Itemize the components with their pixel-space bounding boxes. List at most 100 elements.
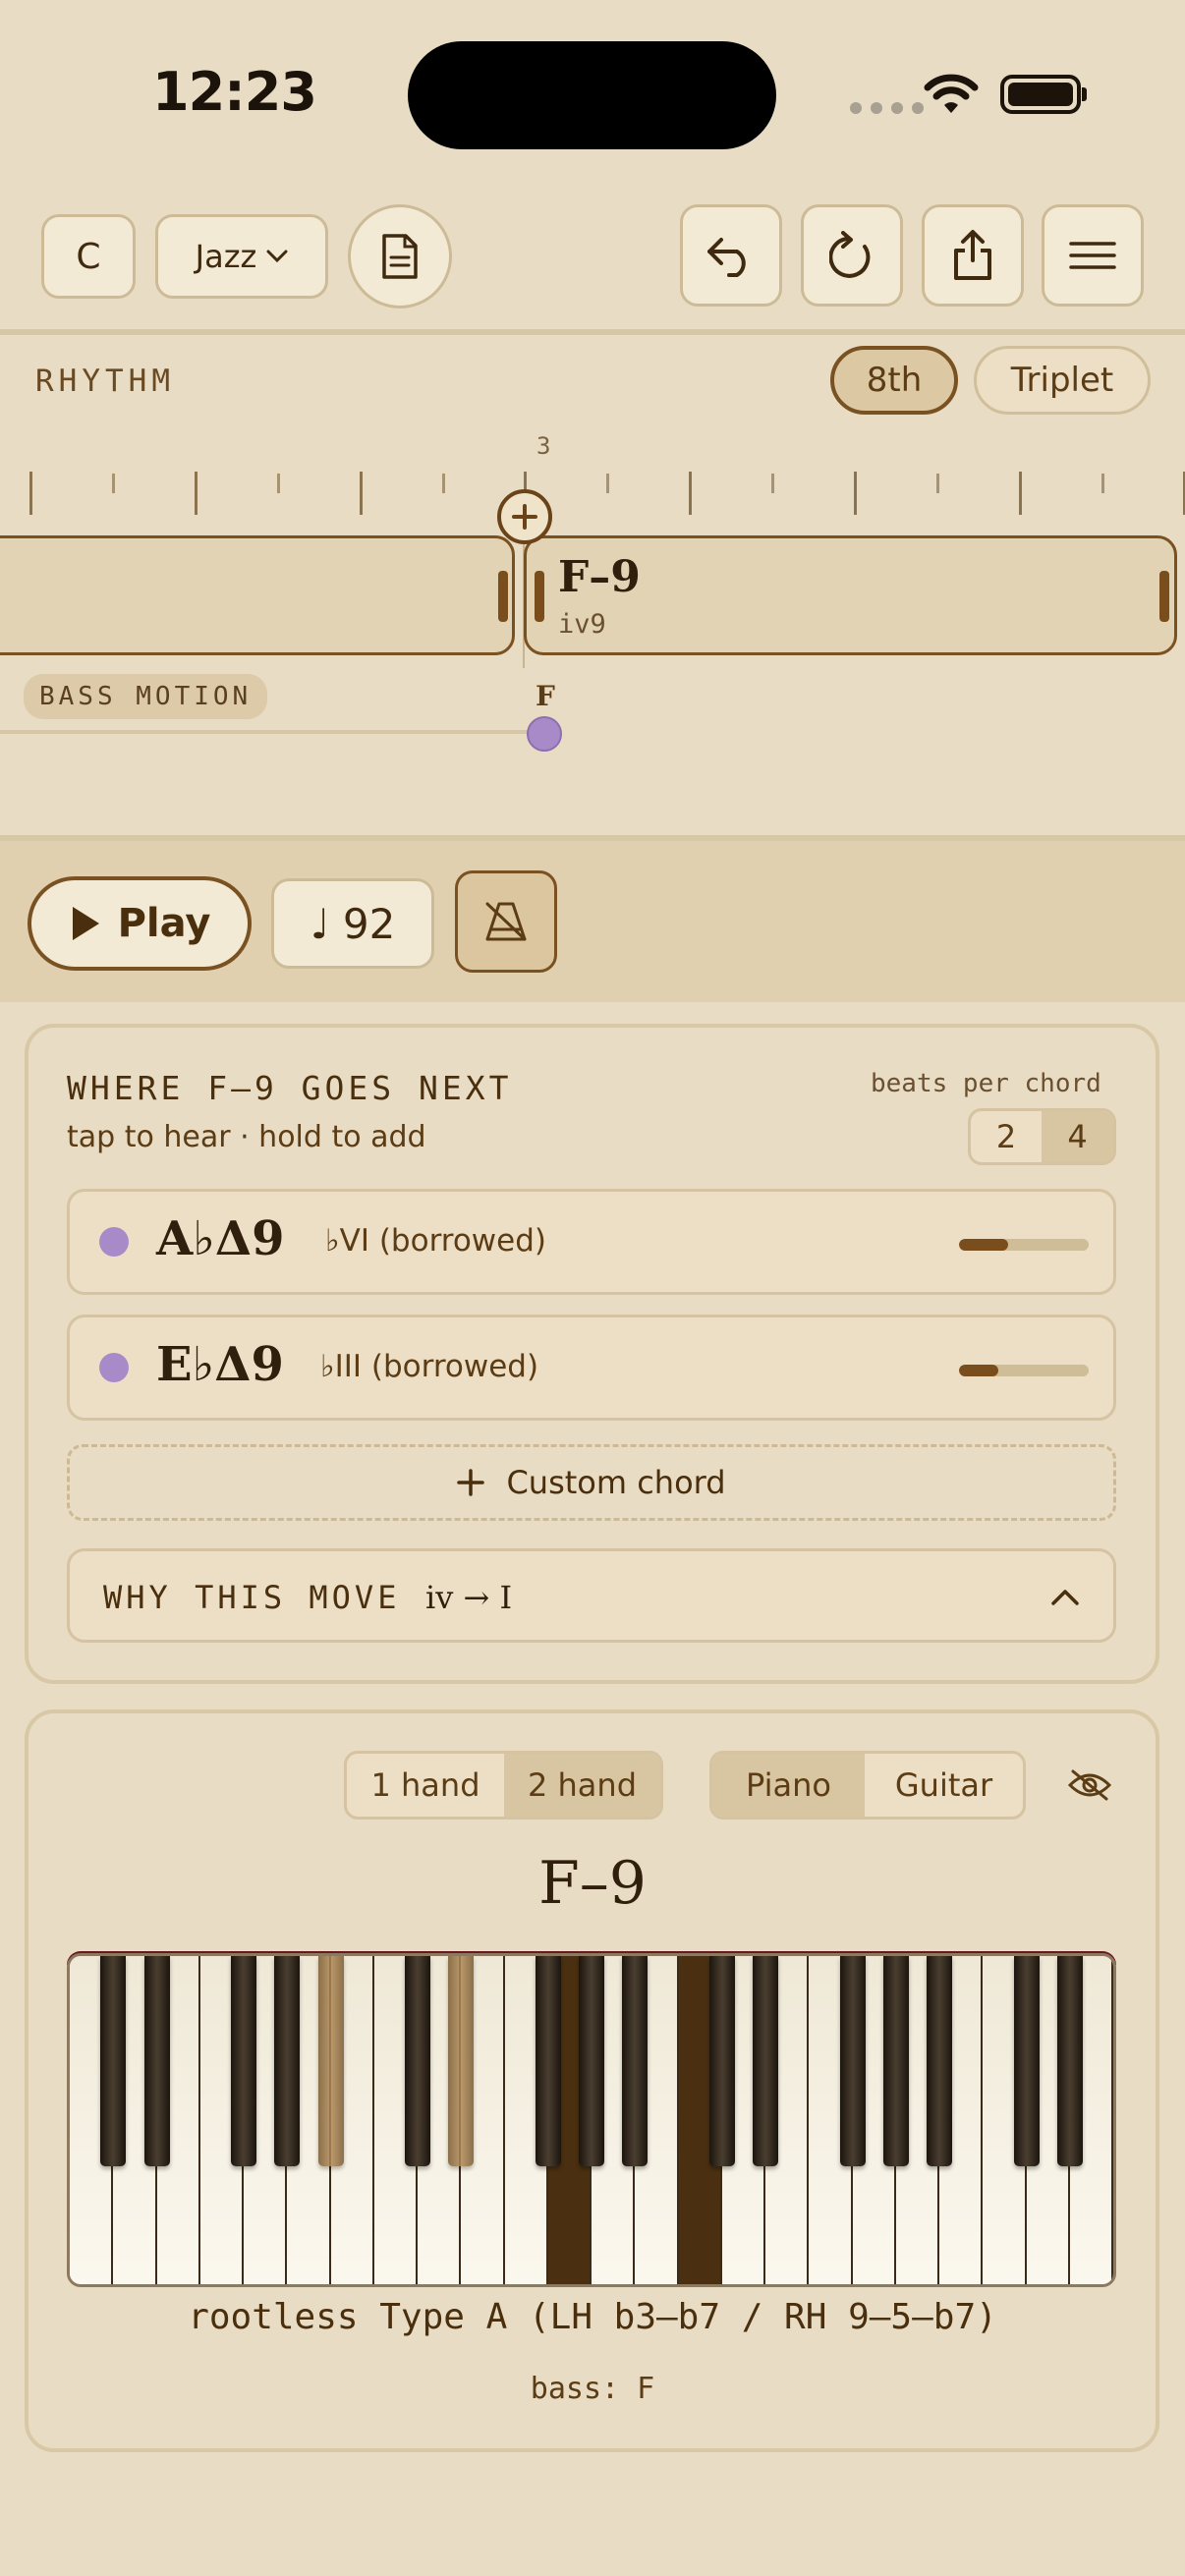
suggestion-function: ♭VI (borrowed) <box>325 1223 546 1259</box>
metronome-toggle[interactable] <box>455 870 557 973</box>
cellular-signal-icon <box>850 102 924 114</box>
ruler-tick-minor <box>936 474 939 493</box>
strength-fill <box>959 1365 998 1376</box>
why-label: WHY THIS MOVE <box>103 1579 401 1616</box>
suggestion-dot <box>99 1227 129 1257</box>
piano-black-key[interactable] <box>753 1956 778 2166</box>
voicing-bass: bass: F <box>530 2372 655 2406</box>
piano-black-key[interactable] <box>405 1956 430 2166</box>
piano-black-key[interactable] <box>317 1956 344 2166</box>
play-button[interactable]: Play <box>28 876 252 971</box>
bass-note-marker[interactable] <box>527 716 562 752</box>
suggestion-chord: E♭Δ9 <box>156 1337 284 1392</box>
hand-toggle: 1 hand 2 hand <box>344 1751 663 1820</box>
ruler-tick-major <box>360 472 363 515</box>
instrument-piano[interactable]: Piano <box>712 1754 865 1817</box>
insert-chord-button[interactable] <box>497 489 552 544</box>
metronome-off-icon <box>485 902 527 941</box>
rhythm-ruler[interactable] <box>0 470 1185 519</box>
suggestion-chord: A♭Δ9 <box>156 1211 285 1266</box>
piano-black-key[interactable] <box>274 1956 301 2166</box>
menu-button[interactable] <box>1042 204 1144 307</box>
eye-off-icon[interactable] <box>1067 1768 1112 1802</box>
status-time: 12:23 <box>152 61 317 123</box>
chord-block-current[interactable]: F–9 iv9 <box>524 535 1177 655</box>
document-button[interactable] <box>348 204 452 308</box>
hand-option-1[interactable]: 1 hand <box>347 1754 504 1817</box>
hand-option-2[interactable]: 2 hand <box>504 1754 660 1817</box>
piano-black-key[interactable] <box>1056 1956 1083 2166</box>
strength-fill <box>959 1239 1009 1251</box>
voicing-chord-name: F–9 <box>538 1849 647 1918</box>
ruler-tick-minor <box>771 474 774 493</box>
chord-name: F–9 <box>558 552 641 602</box>
share-button[interactable] <box>922 204 1024 307</box>
beats-option-4[interactable]: 4 <box>1042 1111 1113 1162</box>
piano-black-key[interactable] <box>448 1956 475 2166</box>
ruler-tick-major <box>854 472 857 515</box>
plus-icon <box>512 504 537 530</box>
piano-black-key[interactable] <box>231 1956 256 2166</box>
piano-black-key[interactable] <box>708 1956 735 2166</box>
battery-tip <box>1082 87 1087 101</box>
ruler-tick-minor <box>277 474 280 493</box>
tempo-button[interactable]: ♩ 92 <box>271 878 434 969</box>
resize-handle[interactable] <box>498 571 508 622</box>
piano-black-key[interactable] <box>535 1956 561 2166</box>
suggestion-row[interactable]: E♭Δ9 ♭III (borrowed) <box>67 1315 1116 1421</box>
rhythm-8th-button[interactable]: 8th <box>830 346 958 415</box>
share-icon <box>954 230 991 280</box>
piano-black-key[interactable] <box>927 1956 952 2166</box>
beats-per-chord-label: beats per chord <box>871 1069 1101 1098</box>
bass-motion-label: BASS MOTION <box>24 674 268 719</box>
undo-button[interactable] <box>680 204 782 307</box>
bass-motion-track <box>0 730 542 734</box>
wifi-icon <box>924 74 979 113</box>
key-button[interactable]: C <box>41 214 136 299</box>
play-icon <box>72 907 99 940</box>
instrument-guitar[interactable]: Guitar <box>865 1754 1023 1817</box>
next-card-subtitle: tap to hear · hold to add <box>67 1120 426 1154</box>
piano-keyboard[interactable] <box>67 1953 1116 2287</box>
hamburger-icon <box>1069 242 1116 269</box>
suggestion-strength-bar <box>959 1365 1089 1376</box>
plus-icon <box>457 1469 485 1496</box>
resize-handle-left[interactable] <box>535 571 544 622</box>
beats-per-chord-toggle: 2 4 <box>968 1108 1116 1165</box>
piano-black-key[interactable] <box>622 1956 649 2166</box>
suggestion-dot <box>99 1353 129 1382</box>
piano-black-key[interactable] <box>143 1956 170 2166</box>
piano-black-key[interactable] <box>882 1956 909 2166</box>
why-this-move-toggle[interactable]: WHY THIS MOVE iv → I <box>67 1548 1116 1643</box>
dynamic-island <box>408 41 776 149</box>
chevron-up-icon <box>1051 1590 1079 1605</box>
ruler-tick-minor <box>1101 474 1104 493</box>
piano-black-key[interactable] <box>1013 1956 1040 2166</box>
rhythm-triplet-label: Triplet <box>1010 361 1114 400</box>
rhythm-triplet-button[interactable]: Triplet <box>974 346 1151 415</box>
suggestion-function: ♭III (borrowed) <box>320 1349 539 1384</box>
redo-button[interactable] <box>801 204 903 307</box>
piano-black-key[interactable] <box>100 1956 127 2166</box>
suggestion-row[interactable]: A♭Δ9 ♭VI (borrowed) <box>67 1189 1116 1295</box>
battery-icon <box>1000 75 1081 114</box>
beats-option-2[interactable]: 2 <box>971 1111 1042 1162</box>
piano-black-key[interactable] <box>579 1956 604 2166</box>
suggestion-strength-bar <box>959 1239 1089 1251</box>
custom-chord-button[interactable]: Custom chord <box>67 1444 1116 1521</box>
bass-note-label: F <box>536 680 555 712</box>
ruler-tick-minor <box>606 474 609 493</box>
key-label: C <box>76 236 101 277</box>
undo-icon <box>707 238 746 277</box>
chord-block-previous[interactable] <box>0 535 515 655</box>
style-dropdown[interactable]: Jazz <box>155 214 328 299</box>
style-label: Jazz <box>195 238 257 275</box>
header-divider <box>0 329 1185 335</box>
ruler-tick-major <box>29 472 32 515</box>
tempo-label: ♩ 92 <box>310 899 396 948</box>
resize-handle-right[interactable] <box>1159 571 1169 622</box>
ruler-tick-major <box>1019 472 1022 515</box>
piano-black-key[interactable] <box>839 1956 866 2166</box>
rhythm-8th-label: 8th <box>866 361 923 400</box>
ruler-tick-major <box>689 472 692 515</box>
